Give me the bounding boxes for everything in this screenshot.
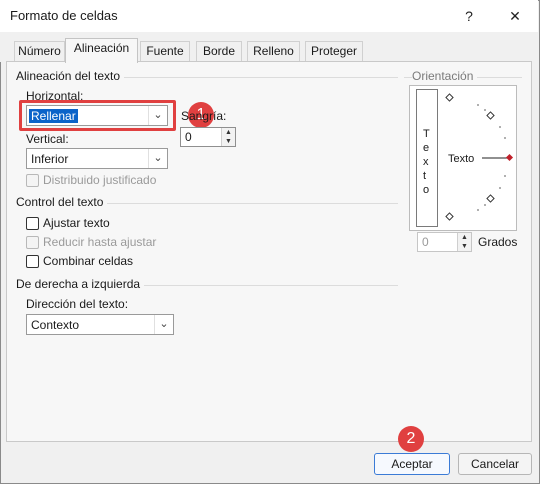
direction-label: Dirección del texto: (26, 297, 129, 311)
dial-text: Texto (448, 153, 475, 165)
spin-down-icon[interactable]: ▼ (457, 242, 471, 251)
spin-up-icon[interactable]: ▲ (221, 128, 235, 137)
tab-proteger[interactable]: Proteger (305, 41, 363, 62)
tab-numero[interactable]: Número (14, 41, 65, 62)
cancel-button[interactable]: Cancelar (458, 453, 532, 475)
section-text-alignment: Alineación del texto (16, 69, 125, 83)
section-orientation: Orientación (412, 69, 478, 83)
indent-spinner[interactable]: 0 ▲ ▼ (180, 127, 236, 147)
vertical-text-char: t (423, 170, 427, 182)
accept-button[interactable]: Aceptar (374, 453, 450, 475)
section-right-to-left: De derecha a izquierda (16, 277, 145, 291)
wrap-text-checkbox[interactable] (26, 217, 39, 230)
tab-fuente[interactable]: Fuente (140, 41, 190, 62)
step-badge-2: 2 (398, 426, 424, 452)
vertical-select[interactable]: Inferior ⌄ (26, 148, 168, 169)
shrink-to-fit-label: Reducir hasta ajustar (43, 235, 157, 249)
vertical-text-char: x (423, 156, 429, 168)
dialog-title: Formato de celdas (10, 8, 118, 23)
section-text-control: Control del texto (16, 195, 108, 209)
indent-value: 0 (185, 130, 192, 144)
tab-borde[interactable]: Borde (196, 41, 242, 62)
degrees-label: Grados (478, 235, 518, 249)
direction-select-value: Contexto (31, 318, 80, 332)
vertical-label: Vertical: (26, 132, 69, 146)
indent-label-text: Sangría: (181, 109, 227, 123)
vertical-text-char: o (423, 184, 430, 196)
chevron-down-icon: ⌄ (148, 149, 167, 168)
help-button[interactable]: ? (456, 4, 482, 28)
vertical-text-toggle[interactable]: T e x t o (416, 89, 438, 227)
vertical-text-char: e (423, 142, 430, 154)
wrap-text-label: Ajustar texto (43, 216, 110, 230)
direction-select[interactable]: Contexto ⌄ (26, 314, 174, 335)
merge-cells-checkbox[interactable] (26, 255, 39, 268)
degrees-spinner[interactable]: 0 ▲ ▼ (417, 232, 472, 252)
chevron-down-icon: ⌄ (154, 315, 173, 334)
vertical-select-value: Inferior (31, 152, 69, 166)
highlight-box-1 (19, 100, 176, 131)
tab-relleno[interactable]: Relleno (247, 41, 300, 62)
vertical-text-char: T (423, 128, 430, 140)
merge-cells-label: Combinar celdas (43, 254, 134, 268)
spin-up-icon[interactable]: ▲ (457, 233, 471, 242)
degrees-value: 0 (422, 235, 429, 249)
distributed-checkbox[interactable] (26, 174, 39, 187)
distributed-label: Distribuido justificado (43, 173, 157, 187)
spin-down-icon[interactable]: ▼ (221, 137, 235, 146)
shrink-to-fit-checkbox[interactable] (26, 236, 39, 249)
tab-alineacion[interactable]: Alineación (65, 38, 138, 63)
close-button[interactable]: ✕ (502, 4, 528, 28)
